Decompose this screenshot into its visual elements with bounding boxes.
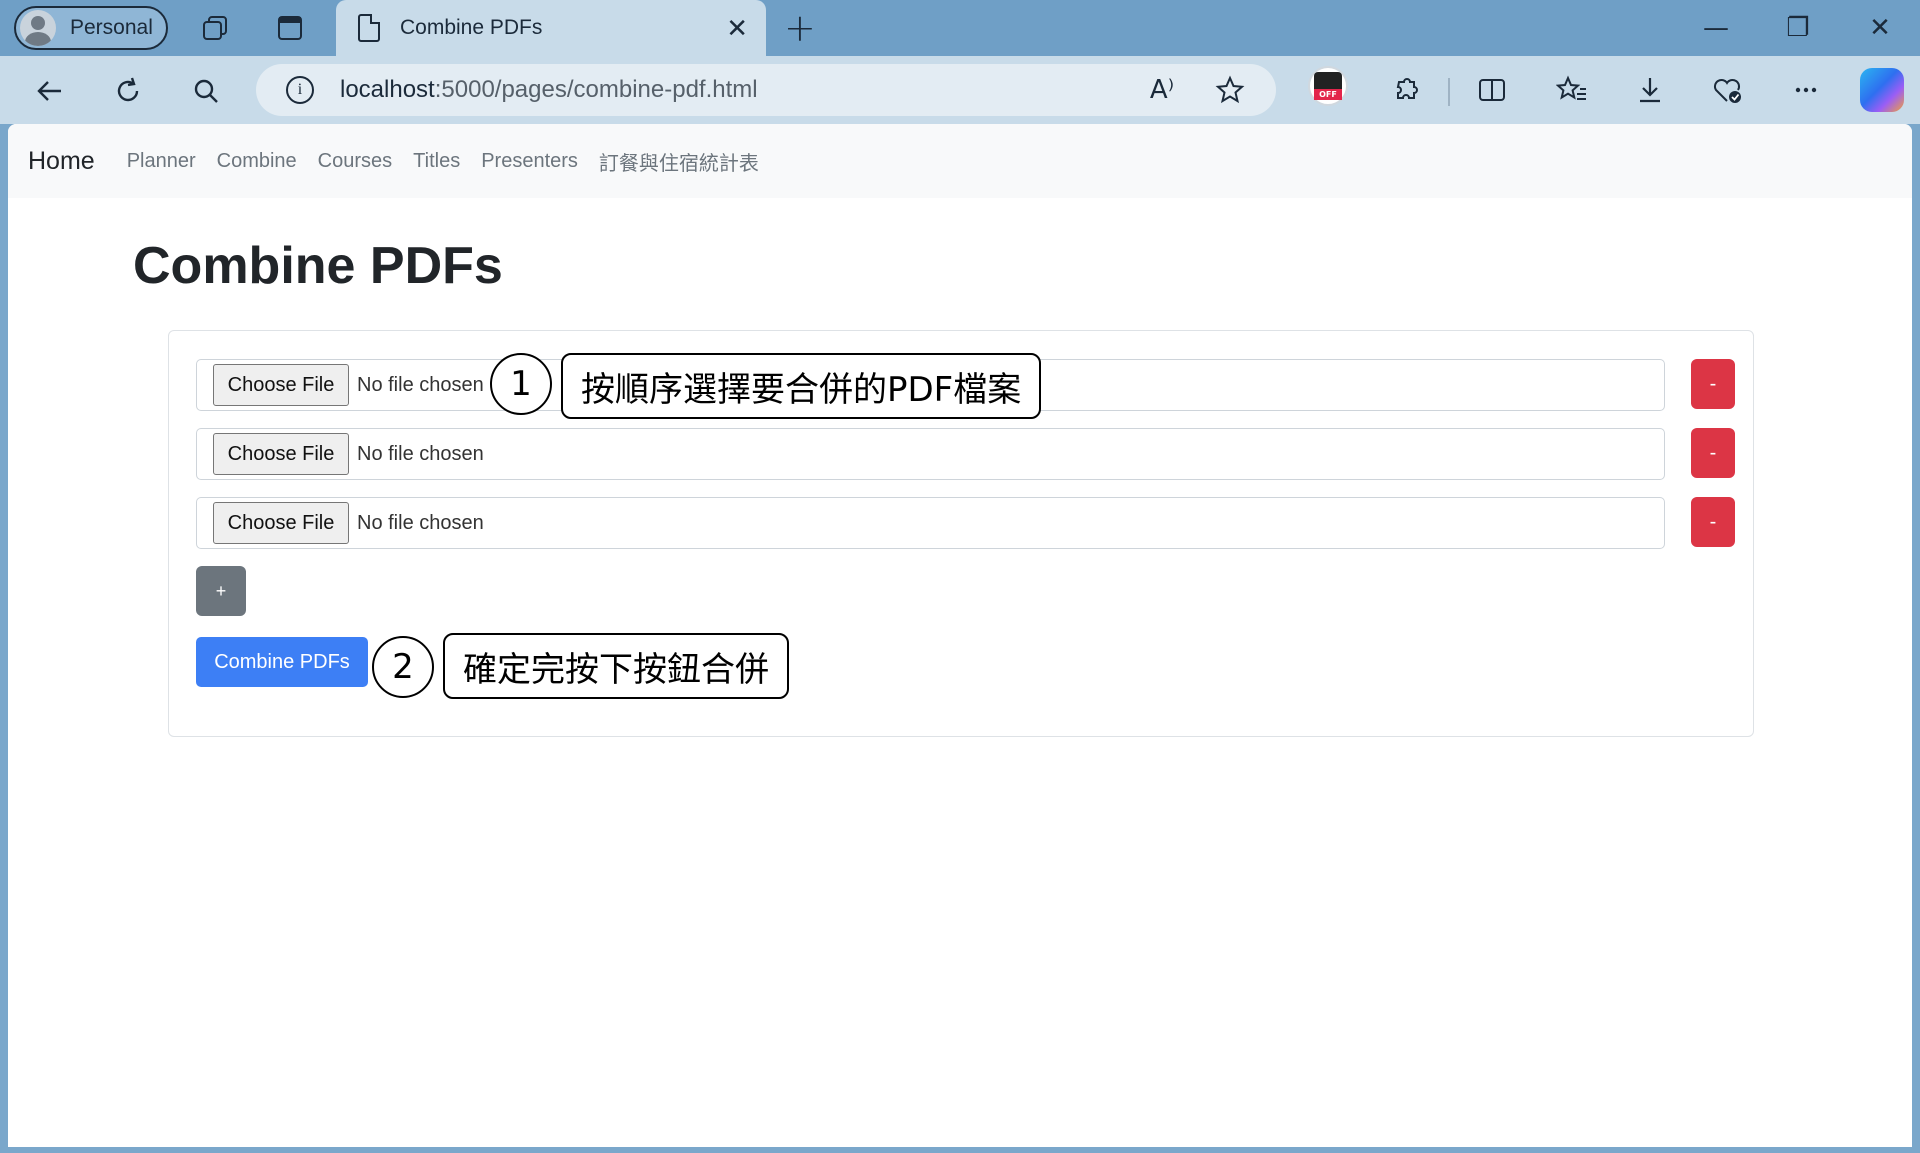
minimize-button[interactable]: — xyxy=(1696,8,1736,48)
site-navbar: Home Planner Combine Courses Titles Pres… xyxy=(8,124,1912,198)
file-input-row[interactable]: Choose File No file chosen xyxy=(196,497,1665,549)
nav-link-combine[interactable]: Combine xyxy=(217,150,297,173)
choose-file-button[interactable]: Choose File xyxy=(213,433,349,475)
address-bar[interactable]: i localhost:5000/pages/combine-pdf.html … xyxy=(256,64,1276,116)
choose-file-button[interactable]: Choose File xyxy=(213,364,349,406)
info-icon[interactable]: i xyxy=(286,76,314,104)
avatar xyxy=(20,10,56,46)
copilot-icon[interactable] xyxy=(1860,68,1904,112)
browser-essentials-icon[interactable] xyxy=(1708,70,1748,110)
vertical-tabs-icon[interactable] xyxy=(272,10,308,46)
file-status: No file chosen xyxy=(357,373,484,396)
document-icon xyxy=(358,14,380,42)
step-1-marker: 1 xyxy=(490,353,552,415)
workspaces-icon[interactable] xyxy=(197,10,233,46)
remove-file-button[interactable]: - xyxy=(1691,359,1735,409)
tab-title: Combine PDFs xyxy=(400,16,543,39)
new-tab-button[interactable]: + xyxy=(784,6,816,50)
file-input-row[interactable]: Choose File No file chosen xyxy=(196,428,1665,480)
extensions-icon[interactable] xyxy=(1386,70,1426,110)
page-viewport: Home Planner Combine Courses Titles Pres… xyxy=(8,124,1912,1147)
add-file-button[interactable]: + xyxy=(196,566,246,616)
nav-link-presenters[interactable]: Presenters xyxy=(481,150,578,173)
toolbar-divider xyxy=(1448,78,1450,106)
refresh-icon[interactable] xyxy=(106,69,150,113)
step-2-callout: 確定完按下按鈕合併 xyxy=(443,633,789,699)
read-aloud-icon[interactable]: A⁾ xyxy=(1146,74,1178,106)
page-title: Combine PDFs xyxy=(133,237,503,295)
window-close-button[interactable]: ✕ xyxy=(1860,8,1900,48)
restore-button[interactable]: ❐ xyxy=(1778,8,1818,48)
favorites-icon[interactable] xyxy=(1552,70,1592,110)
file-status: No file chosen xyxy=(357,511,484,534)
url-host: localhost xyxy=(340,76,435,103)
step-1-callout: 按順序選擇要合併的PDF檔案 xyxy=(561,353,1042,419)
browser-title-bar: Personal Combine PDFs ✕ + — ❐ ✕ xyxy=(0,0,1920,56)
nav-home-link[interactable]: Home xyxy=(28,147,95,176)
file-status: No file chosen xyxy=(357,442,484,465)
downloads-icon[interactable] xyxy=(1630,70,1670,110)
dark-reader-off-icon[interactable]: OFF xyxy=(1308,66,1348,106)
combine-pdfs-button[interactable]: Combine PDFs xyxy=(196,637,368,687)
nav-link-courses[interactable]: Courses xyxy=(318,150,392,173)
nav-link-titles[interactable]: Titles xyxy=(413,150,460,173)
choose-file-button[interactable]: Choose File xyxy=(213,502,349,544)
search-icon[interactable] xyxy=(184,69,228,113)
profile-button[interactable]: Personal xyxy=(14,6,168,50)
favorite-star-icon[interactable] xyxy=(1214,74,1246,106)
nav-link-planner[interactable]: Planner xyxy=(127,150,196,173)
remove-file-button[interactable]: - xyxy=(1691,497,1735,547)
url-path: :5000/pages/combine-pdf.html xyxy=(434,76,758,103)
more-options-icon[interactable] xyxy=(1786,70,1826,110)
url-text[interactable]: localhost:5000/pages/combine-pdf.html xyxy=(340,76,758,104)
split-screen-icon[interactable] xyxy=(1472,70,1512,110)
back-arrow-icon[interactable] xyxy=(28,69,72,113)
remove-file-button[interactable]: - xyxy=(1691,428,1735,478)
nav-link-meal-lodging-stats[interactable]: 訂餐與住宿統計表 xyxy=(599,147,759,176)
tab-combine-pdfs[interactable]: Combine PDFs ✕ xyxy=(336,0,766,56)
close-icon[interactable]: ✕ xyxy=(726,14,748,44)
profile-label: Personal xyxy=(70,16,153,39)
browser-toolbar: i localhost:5000/pages/combine-pdf.html … xyxy=(0,56,1920,124)
step-2-marker: 2 xyxy=(372,636,434,698)
